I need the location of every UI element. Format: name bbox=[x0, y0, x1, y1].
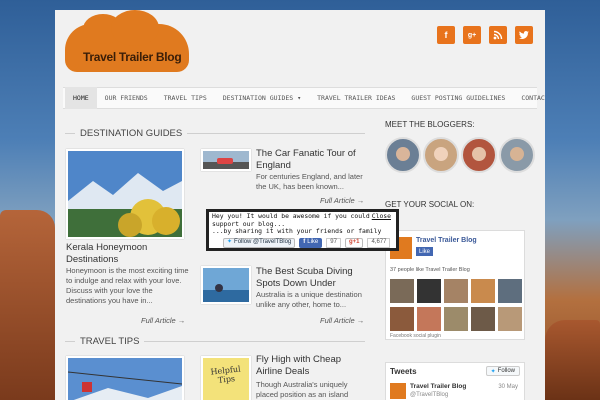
section-title[interactable]: TRAVEL TIPS bbox=[80, 336, 139, 347]
logo-cloud-icon bbox=[65, 10, 189, 72]
twitter-timeline: Tweets ✦ Follow Travel Trailer Blog @Tra… bbox=[385, 362, 525, 400]
share-label: Follow @TravelTBlog bbox=[234, 239, 292, 246]
follow-label: Follow bbox=[497, 368, 515, 374]
destination-guides-heading: DESTINATION GUIDES bbox=[65, 128, 365, 139]
logo-text: Travel Trailer Blog bbox=[83, 50, 182, 64]
logo-hook-icon bbox=[67, 54, 79, 70]
share-label: Like bbox=[307, 239, 319, 246]
rss-icon[interactable] bbox=[489, 26, 507, 44]
post-excerpt-car-tour: For centuries England, and later the UK,… bbox=[256, 172, 363, 191]
share-buttons: ✦ Follow @TravelTBlog f Like 97 g+1 4,67… bbox=[223, 238, 391, 248]
fan-avatar[interactable] bbox=[444, 279, 468, 303]
section-title[interactable]: DESTINATION GUIDES bbox=[80, 128, 182, 139]
get-social-heading: GET YOUR SOCIAL ON: bbox=[385, 200, 475, 209]
fan-avatar[interactable] bbox=[471, 307, 495, 331]
tweet-avatar[interactable] bbox=[390, 383, 406, 399]
nav-item-home[interactable]: HOME bbox=[65, 87, 97, 109]
tweet-date[interactable]: 30 May bbox=[498, 384, 518, 390]
divider bbox=[65, 133, 75, 134]
popup-message-line3: ...by sharing it with your friends or fa… bbox=[212, 227, 382, 235]
kerala-thumbnail[interactable] bbox=[66, 149, 184, 239]
background-rock-left bbox=[0, 210, 55, 400]
car-tour-thumbnail[interactable] bbox=[201, 149, 251, 171]
twitter-bird-icon: ✦ bbox=[490, 368, 496, 375]
google-plus-icon[interactable]: g+ bbox=[463, 26, 481, 44]
tweet-handle[interactable]: @TravelTBlog bbox=[410, 392, 448, 398]
post-excerpt-airline-deals: Though Australia's uniquely placed posit… bbox=[256, 380, 349, 399]
helpful-tips-thumbnail[interactable]: Helpful Tips bbox=[201, 356, 251, 400]
fb-plugin-label[interactable]: Facebook social plugin bbox=[390, 333, 441, 339]
cable-car-thumbnail[interactable] bbox=[66, 356, 184, 400]
fan-avatar[interactable] bbox=[471, 279, 495, 303]
facebook-like-box: Travel Trailer Blog Like 37 people like … bbox=[385, 230, 525, 340]
full-article-link-scuba[interactable]: Full Article → bbox=[320, 316, 364, 325]
google-plus-share-button[interactable]: g+1 bbox=[344, 238, 364, 248]
fan-avatar[interactable] bbox=[390, 279, 414, 303]
travel-tips-heading: TRAVEL TIPS bbox=[65, 336, 365, 347]
post-excerpt-scuba: Australia is a unique destination unlike… bbox=[256, 290, 362, 309]
nav-item-label: DESTINATION GUIDES bbox=[222, 94, 294, 102]
featured-full-article-link[interactable]: Full Article → bbox=[141, 316, 185, 325]
nav-item-travel-tips[interactable]: TRAVEL TIPS bbox=[156, 87, 215, 109]
twitter-follow-button[interactable]: ✦ Follow bbox=[485, 366, 520, 376]
google-plus-count: 4,677 bbox=[367, 238, 391, 248]
nav-item-contact[interactable]: CONTACT bbox=[513, 87, 545, 109]
fb-like-button[interactable]: Like bbox=[416, 247, 434, 256]
blogger-avatar-3[interactable] bbox=[461, 137, 497, 173]
fan-avatar[interactable] bbox=[417, 279, 441, 303]
nav-item-guest-posting-guidelines[interactable]: GUEST POSTING GUIDELINES bbox=[403, 87, 513, 109]
page-container: Travel Trailer Blog f g+ HOME OUR FRIEND… bbox=[55, 10, 545, 400]
nav-item-travel-trailer-ideas[interactable]: TRAVEL TRAILER IDEAS bbox=[309, 87, 403, 109]
nav-item-our-friends[interactable]: OUR FRIENDS bbox=[97, 87, 156, 109]
tweets-label: Tweets bbox=[390, 367, 417, 376]
facebook-like-count: 97 bbox=[326, 238, 341, 248]
fan-avatar[interactable] bbox=[498, 279, 522, 303]
post-title-scuba[interactable]: The Best Scuba Diving Spots Down Under bbox=[256, 266, 366, 290]
meet-bloggers-heading: MEET THE BLOGGERS: bbox=[385, 120, 475, 129]
twitter-icon[interactable] bbox=[515, 26, 533, 44]
popup-close-button[interactable]: Close bbox=[372, 212, 391, 221]
post-title-car-tour[interactable]: The Car Fanatic Tour of England bbox=[256, 148, 366, 172]
featured-post-excerpt: Honeymoon is the most exciting time to i… bbox=[66, 266, 189, 305]
featured-post-title[interactable]: Kerala Honeymoon Destinations bbox=[66, 242, 188, 266]
fan-avatar[interactable] bbox=[444, 307, 468, 331]
facebook-like-share-button[interactable]: f Like bbox=[299, 238, 323, 248]
divider bbox=[65, 341, 75, 342]
facebook-icon: f bbox=[303, 239, 306, 246]
scuba-thumbnail[interactable] bbox=[201, 266, 251, 304]
fan-avatar[interactable] bbox=[390, 307, 414, 331]
divider bbox=[187, 133, 365, 134]
fan-avatar[interactable] bbox=[498, 307, 522, 331]
divider bbox=[144, 341, 365, 342]
chevron-down-icon: ▾ bbox=[297, 94, 302, 102]
share-popup: Hey you! It would be awesome if you coul… bbox=[206, 209, 399, 251]
google-plus-icon: g+1 bbox=[348, 239, 360, 246]
tweet-author[interactable]: Travel Trailer Blog bbox=[410, 383, 466, 390]
blogger-avatar-4[interactable] bbox=[499, 137, 535, 173]
fan-avatar[interactable] bbox=[417, 307, 441, 331]
fb-page-name[interactable]: Travel Trailer Blog bbox=[416, 237, 477, 244]
background-rock-right bbox=[545, 320, 600, 400]
nav-item-destination-guides[interactable]: DESTINATION GUIDES ▾ bbox=[215, 87, 309, 109]
blogger-avatar-1[interactable] bbox=[385, 137, 421, 173]
main-nav: HOME OUR FRIENDS TRAVEL TIPS DESTINATION… bbox=[63, 87, 545, 109]
facebook-icon[interactable]: f bbox=[437, 26, 455, 44]
blogger-avatar-2[interactable] bbox=[423, 137, 459, 173]
twitter-follow-share-button[interactable]: ✦ Follow @TravelTBlog bbox=[223, 238, 296, 248]
fb-people-count: 37 people like Travel Trailer Blog bbox=[390, 267, 470, 273]
twitter-bird-icon: ✦ bbox=[227, 239, 233, 246]
sticky-note-text: Helpful Tips bbox=[210, 364, 241, 385]
full-article-link-car-tour[interactable]: Full Article → bbox=[320, 196, 364, 205]
header-social-links: f g+ bbox=[437, 26, 533, 44]
post-title-airline-deals[interactable]: Fly High with Cheap Airline Deals bbox=[256, 354, 368, 378]
